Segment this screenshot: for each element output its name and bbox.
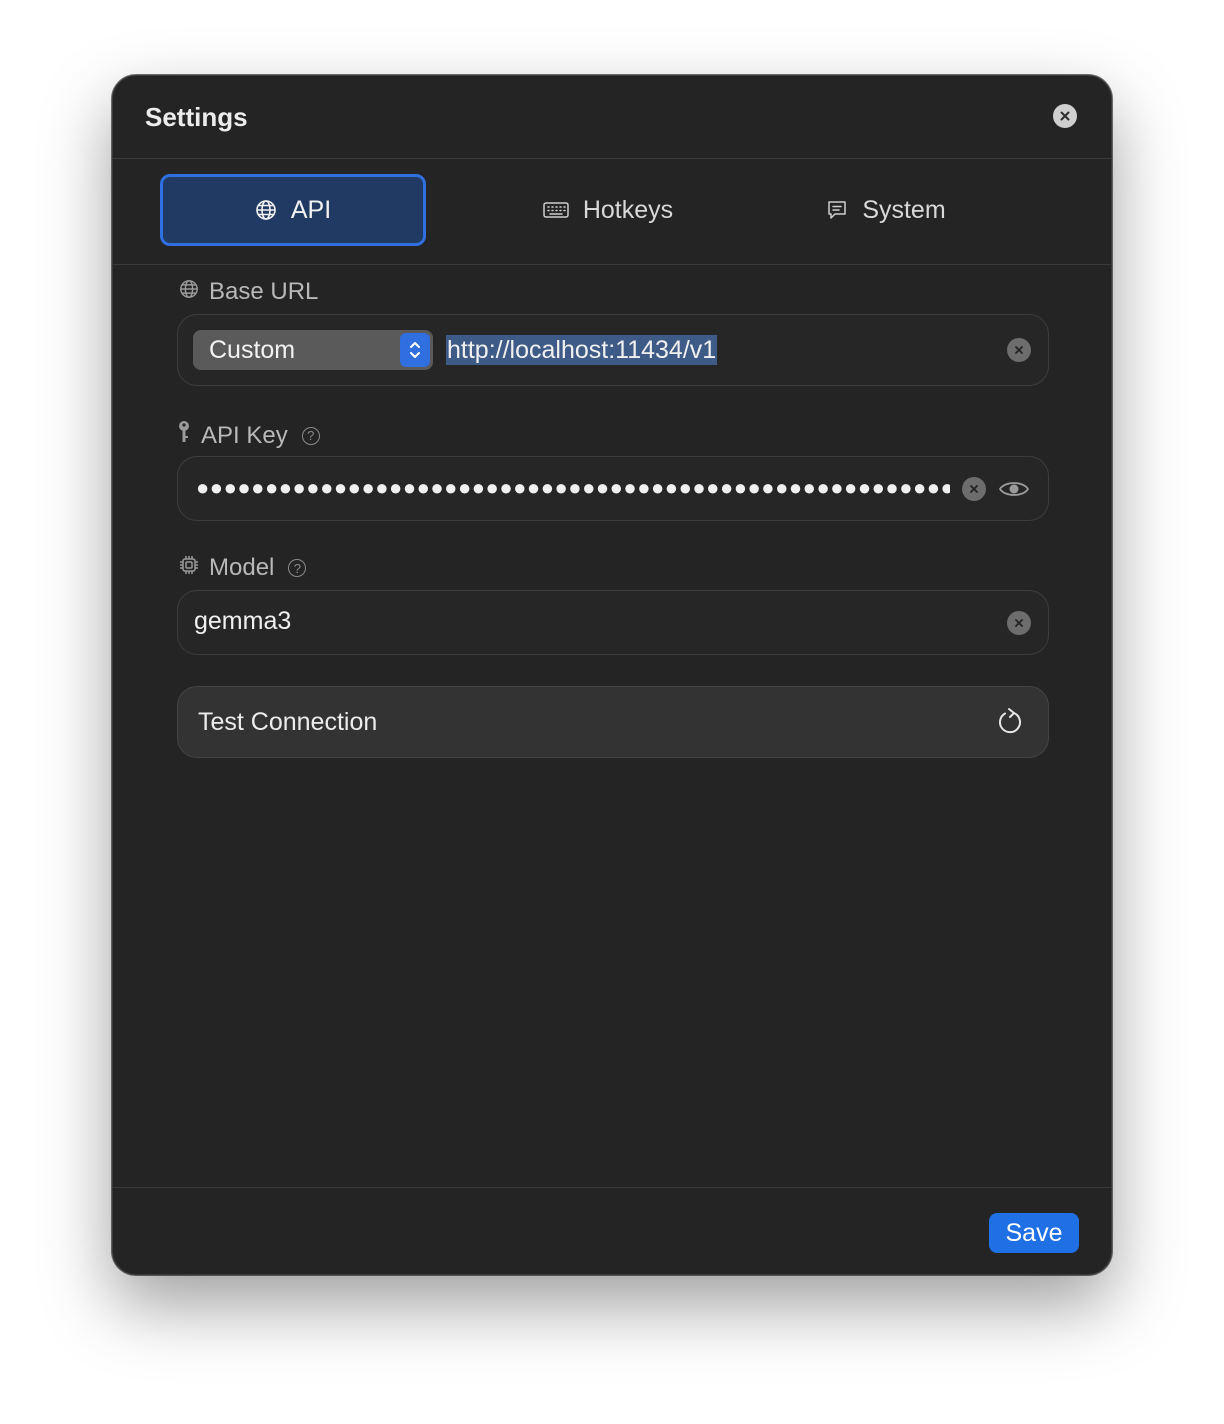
api-key-label: API Key	[201, 421, 288, 449]
tab-system[interactable]: System	[793, 174, 979, 246]
window-title: Settings	[145, 102, 248, 132]
tab-system-label: System	[862, 195, 946, 224]
api-key-field[interactable]: ●●●●●●●●●●●●●●●●●●●●●●●●●●●●●●●●●●●●●●●●…	[177, 456, 1049, 521]
api-key-label-row: API Key ?	[177, 420, 320, 451]
tab-api[interactable]: API	[160, 174, 426, 246]
clear-model-icon[interactable]	[1007, 611, 1031, 635]
model-field[interactable]: gemma3	[177, 590, 1049, 655]
provider-select-value: Custom	[209, 335, 296, 364]
tab-hotkeys-label: Hotkeys	[582, 195, 674, 224]
key-icon	[177, 420, 191, 451]
base-url-input[interactable]: http://localhost:11434/v1	[446, 335, 718, 365]
keyboard-icon	[543, 201, 569, 219]
help-icon[interactable]: ?	[288, 559, 307, 577]
clear-api-key-icon[interactable]	[962, 477, 986, 501]
model-label: Model	[209, 554, 275, 581]
close-button[interactable]	[1053, 104, 1077, 128]
refresh-icon	[996, 707, 1024, 742]
test-connection-button[interactable]: Test Connection	[177, 686, 1049, 758]
tab-bar: API Hotkeys System	[113, 158, 1111, 265]
base-url-field: Custom http://localhost:11434/v1	[177, 314, 1049, 386]
base-url-label-row: Base URL	[179, 278, 318, 306]
tab-hotkeys[interactable]: Hotkeys	[493, 174, 723, 246]
chip-icon	[179, 554, 199, 582]
close-icon	[1060, 111, 1070, 121]
save-button[interactable]: Save	[989, 1213, 1079, 1253]
settings-window: Settings API Hotkeys System Base URL Cus…	[112, 75, 1112, 1275]
api-key-masked-input[interactable]: ●●●●●●●●●●●●●●●●●●●●●●●●●●●●●●●●●●●●●●●●…	[196, 475, 950, 501]
chat-bubble-icon	[826, 199, 848, 221]
globe-icon	[179, 278, 199, 306]
globe-icon	[255, 199, 277, 221]
test-connection-label: Test Connection	[198, 708, 378, 736]
footer: Save	[113, 1187, 1111, 1274]
clear-base-url-icon[interactable]	[1007, 338, 1031, 362]
model-label-row: Model ?	[179, 554, 307, 582]
base-url-label: Base URL	[209, 278, 319, 305]
help-icon[interactable]: ?	[301, 426, 320, 445]
chevron-up-down-icon	[400, 333, 430, 367]
provider-select[interactable]: Custom	[193, 330, 433, 370]
model-input[interactable]: gemma3	[194, 607, 291, 636]
eye-icon[interactable]	[998, 477, 1030, 506]
title-bar: Settings	[113, 76, 1111, 159]
tab-api-label: API	[290, 195, 332, 224]
